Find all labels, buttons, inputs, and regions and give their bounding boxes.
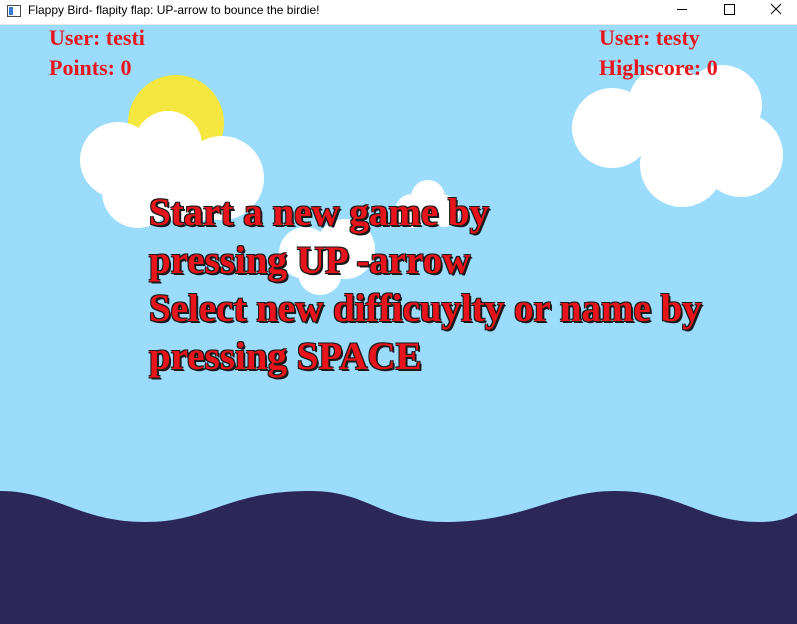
start-message-line-3: Select new difficuylty or name by	[149, 287, 702, 330]
app-icon	[7, 5, 21, 17]
hud-user-right-label: User: testy	[599, 25, 700, 50]
window-title: Flappy Bird- flapity flap: UP-arrow to b…	[28, 3, 320, 17]
title-bar: Flappy Bird- flapity flap: UP-arrow to b…	[0, 0, 797, 25]
close-button[interactable]	[751, 0, 797, 25]
minimize-button[interactable]	[659, 0, 705, 25]
start-message-line-2: pressing UP -arrow	[149, 239, 471, 282]
maximize-button[interactable]	[705, 0, 751, 25]
game-canvas[interactable]: User: testi Points: 0 User: testy Highsc…	[0, 25, 797, 624]
maximize-icon	[724, 4, 735, 15]
close-icon	[770, 3, 782, 15]
hud-points-label: Points: 0	[49, 55, 132, 80]
hud-user-label: User: testi	[49, 25, 145, 50]
start-message-line-1: Start a new game by	[149, 191, 490, 234]
game-window: Flappy Bird- flapity flap: UP-arrow to b…	[0, 0, 797, 624]
hud-highscore-label: Highscore: 0	[599, 55, 718, 80]
start-message-line-4: pressing SPACE	[149, 335, 422, 378]
minimize-icon	[677, 9, 687, 10]
